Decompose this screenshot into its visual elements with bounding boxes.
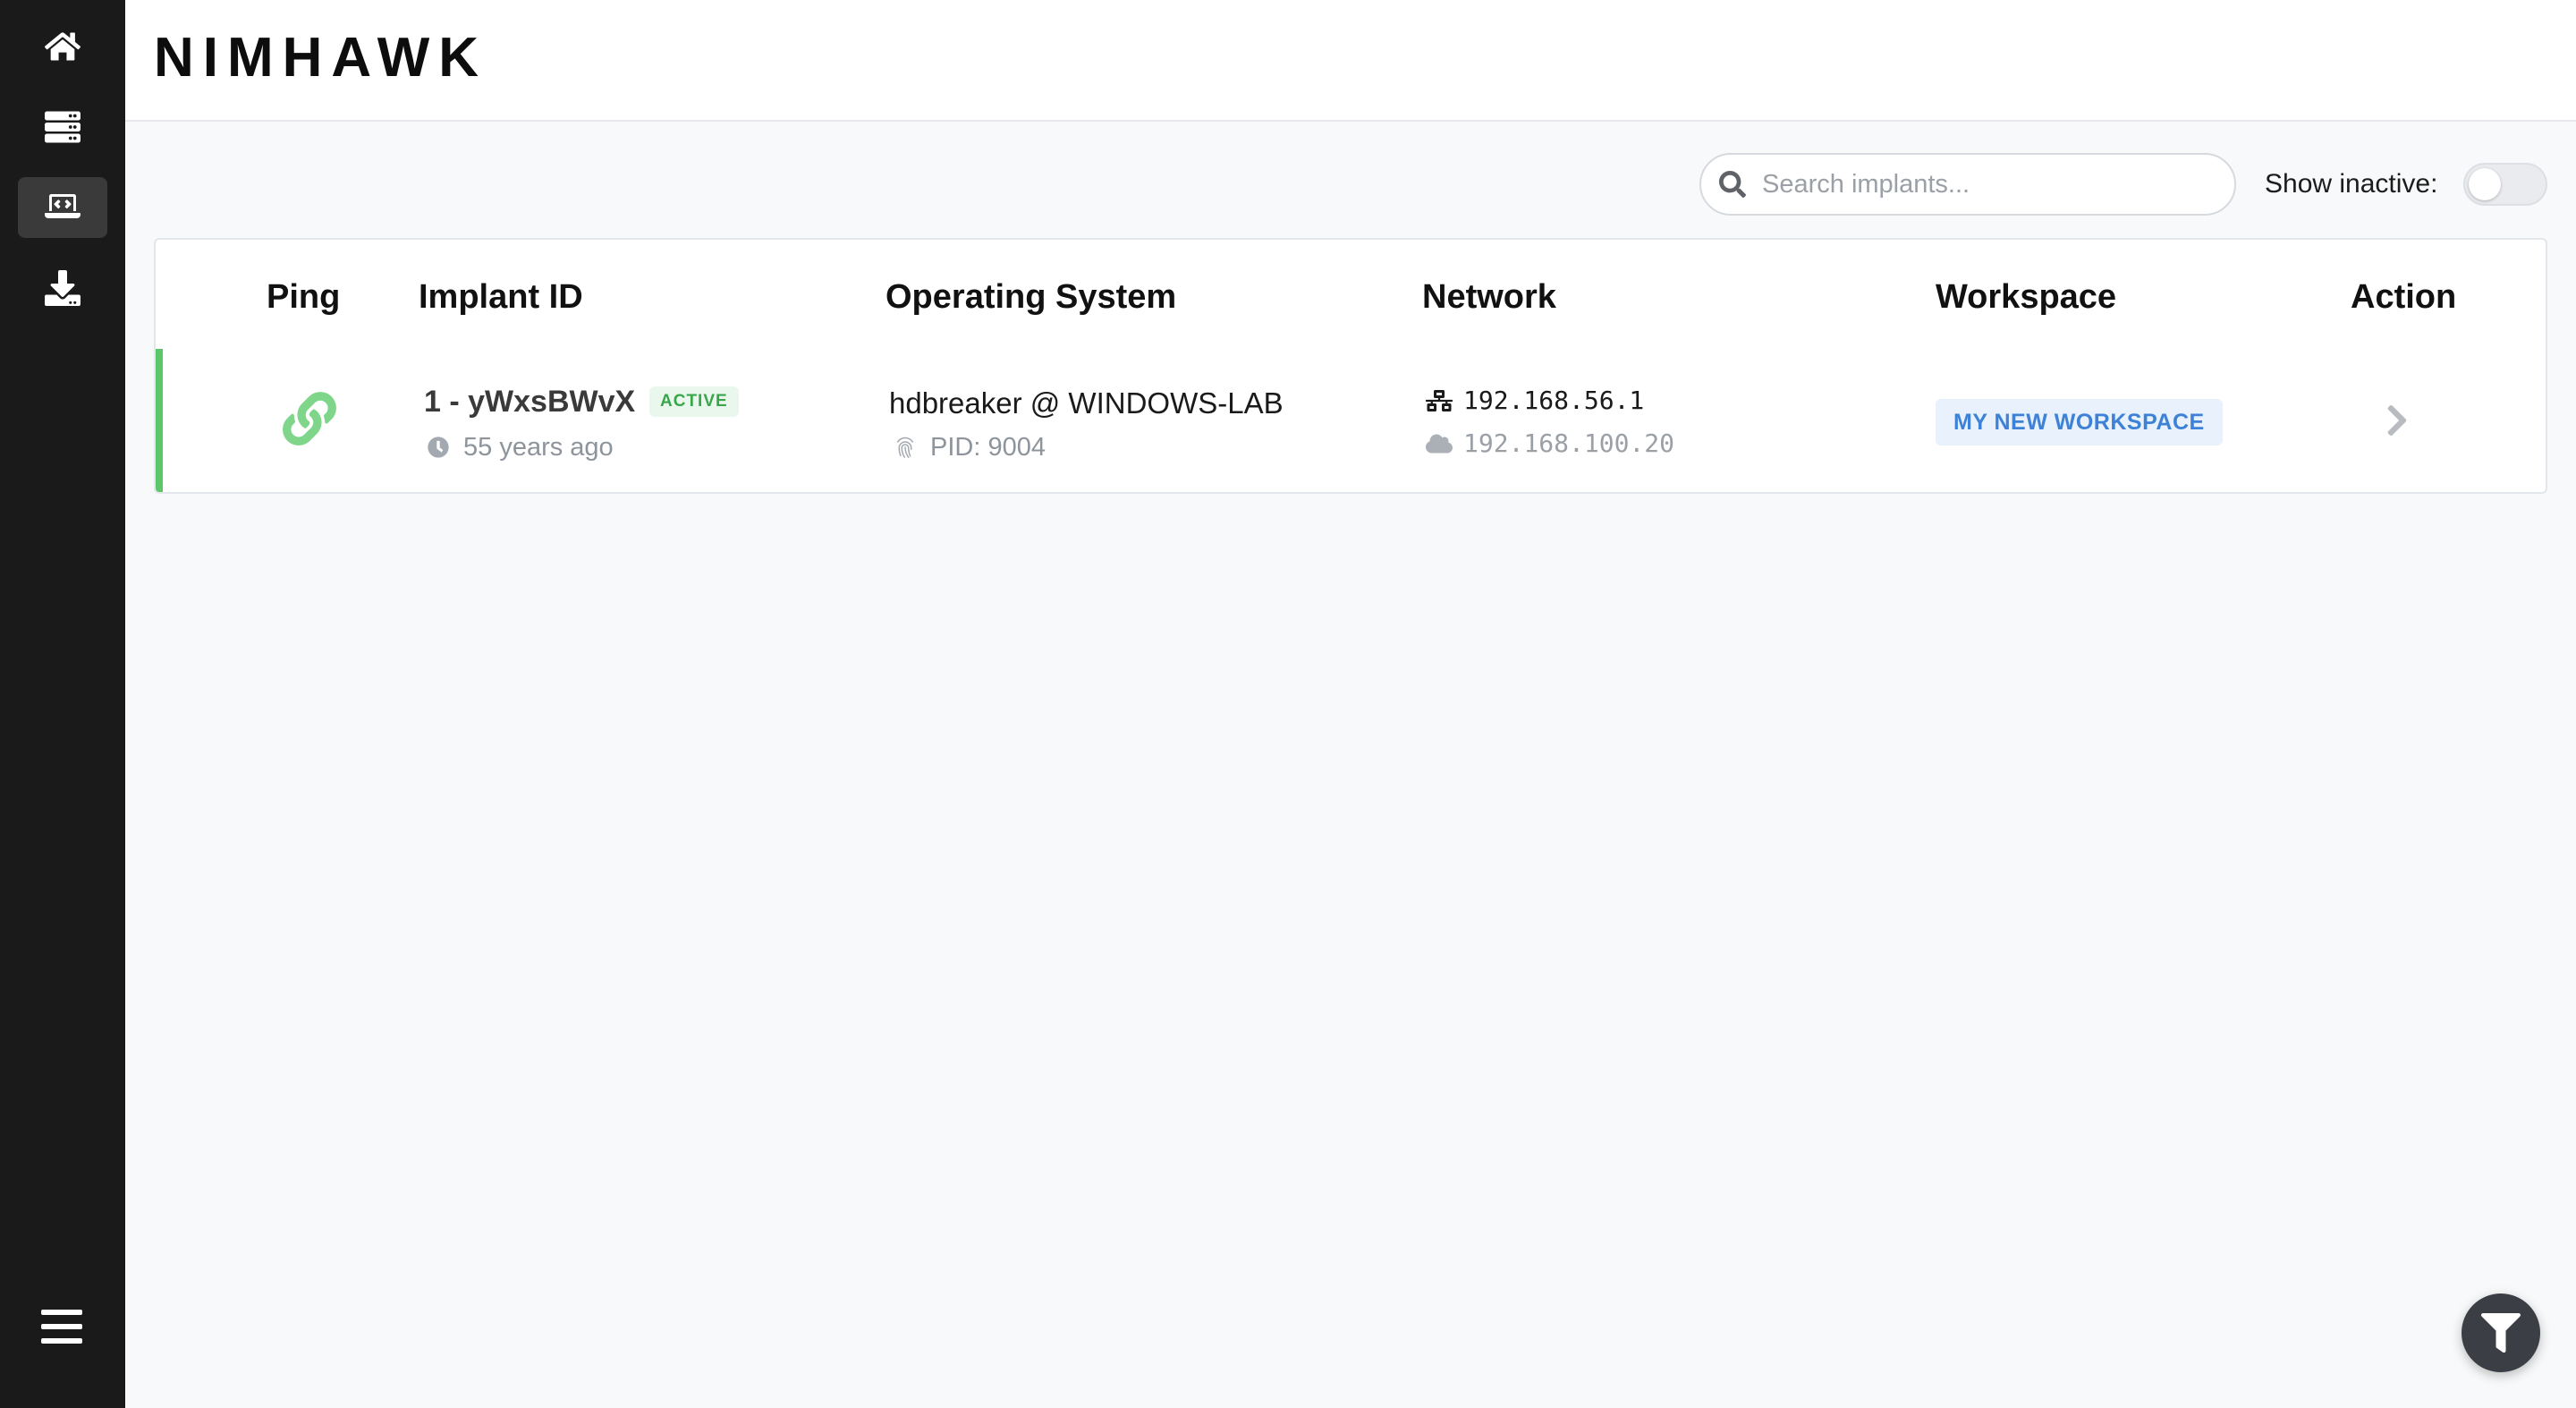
sidebar	[0, 0, 125, 1408]
cloud-icon	[1426, 434, 1453, 454]
column-header-action: Action	[2351, 278, 2457, 316]
server-icon	[45, 111, 80, 143]
home-icon	[45, 32, 80, 61]
nav-downloads[interactable]	[18, 258, 107, 318]
show-inactive-label: Show inactive:	[2265, 169, 2438, 199]
show-inactive-toggle[interactable]	[2463, 163, 2547, 206]
status-badge: ACTIVE	[649, 386, 739, 417]
nav-servers[interactable]	[18, 97, 107, 157]
laptop-code-icon	[45, 194, 80, 218]
internal-ip-text: 192.168.56.1	[1463, 386, 1645, 415]
link-icon[interactable]	[283, 392, 336, 445]
search-input[interactable]	[1760, 168, 2207, 200]
network-icon	[1426, 390, 1453, 411]
column-header-implant-id: Implant ID	[419, 278, 583, 316]
column-header-ping: Ping	[267, 278, 341, 316]
implant-id[interactable]: 1 - yWxsBWvX	[424, 383, 635, 420]
hamburger-menu-icon[interactable]	[41, 1306, 82, 1347]
download-icon	[45, 270, 80, 306]
external-ip: 192.168.100.20	[1426, 428, 1674, 460]
top-header: NIMHAWK	[125, 0, 2576, 122]
brand-logo: NIMHAWK	[154, 27, 488, 89]
last-seen-text: 55 years ago	[463, 433, 614, 462]
chevron-right-icon[interactable]	[2379, 403, 2415, 438]
nav-implants[interactable]	[18, 177, 107, 238]
column-header-os: Operating System	[886, 278, 1177, 316]
os-user-host: hdbreaker @ WINDOWS-LAB	[889, 386, 1284, 420]
toggle-knob	[2469, 168, 2501, 200]
fingerprint-icon	[896, 437, 914, 458]
internal-ip: 192.168.56.1	[1426, 385, 1644, 417]
filter-button[interactable]	[2462, 1293, 2540, 1372]
nav-home[interactable]	[18, 16, 107, 77]
clock-icon	[428, 437, 449, 458]
process-id: PID: 9004	[894, 431, 1046, 463]
column-header-network: Network	[1422, 278, 1556, 316]
external-ip-text: 192.168.100.20	[1463, 428, 1675, 458]
status-accent-bar	[156, 349, 163, 492]
filter-icon	[2481, 1313, 2521, 1353]
workspace-badge[interactable]: MY NEW WORKSPACE	[1936, 399, 2223, 445]
search-box[interactable]	[1699, 153, 2236, 216]
column-header-workspace: Workspace	[1936, 278, 2117, 316]
table-row[interactable]: 1 - yWxsBWvX ACTIVE 55 years ago hdbreak…	[156, 349, 2546, 492]
pid-text: PID: 9004	[930, 433, 1046, 462]
search-icon	[1719, 171, 1746, 198]
implants-table: Ping Implant ID Operating System Network…	[154, 238, 2547, 494]
last-seen: 55 years ago	[428, 431, 614, 463]
